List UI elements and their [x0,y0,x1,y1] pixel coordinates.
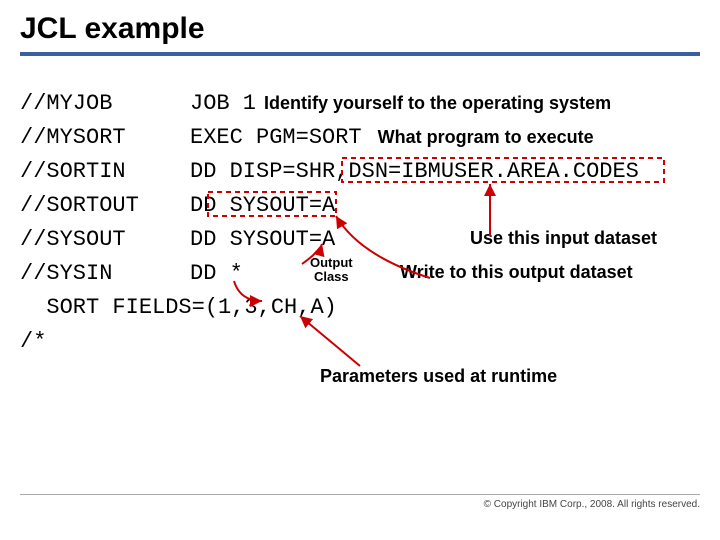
ann-program: What program to execute [378,127,594,148]
code-l6-right: DD * [190,261,243,286]
code-l5-left: //SYSOUT [20,227,190,252]
ann-output-class-2: Class [310,270,353,284]
code-line-2: //MYSORT EXEC PGM=SORT What program to e… [20,120,720,154]
code-line-8: /* [20,324,720,358]
code-l2-left: //MYSORT [20,125,190,150]
code-l1-left: //MYJOB [20,91,190,116]
code-l6-left: //SYSIN [20,261,190,286]
ann-output-ds: Write to this output dataset [400,262,633,283]
code-l4-right: DD SYSOUT=A [190,193,335,218]
code-l3-left: //SORTIN [20,159,190,184]
code-l4-left: //SORTOUT [20,193,190,218]
code-line-6: //SYSIN DD * Output Class Write to this … [20,256,720,290]
title-underline [20,52,700,56]
code-line-3: //SORTIN DD DISP=SHR,DSN=IBMUSER.AREA.CO… [20,154,720,188]
code-l3-right: DD DISP=SHR,DSN=IBMUSER.AREA.CODES [190,159,639,184]
code-line-7: SORT FIELDS=(1,3,CH,A) [20,290,720,324]
code-l7: SORT FIELDS=(1,3,CH,A) [20,295,337,320]
slide-title: JCL example [0,0,720,52]
code-l1-right: JOB 1 [190,91,256,116]
code-l2-right: EXEC PGM=SORT [190,125,362,150]
slide-content: //MYJOB JOB 1 Identify yourself to the o… [0,86,720,358]
code-l8: /* [20,329,46,354]
ann-identify: Identify yourself to the operating syste… [264,93,611,114]
ann-runtime: Parameters used at runtime [320,366,557,387]
code-line-4: //SORTOUT DD SYSOUT=A [20,188,720,222]
ann-input-ds: Use this input dataset [470,228,657,249]
code-line-5: //SYSOUT DD SYSOUT=A Use this input data… [20,222,720,256]
code-l5-right: DD SYSOUT=A [190,227,335,252]
footer-copyright: © Copyright IBM Corp., 2008. All rights … [20,494,700,510]
ann-output-class-1: Output [310,256,353,270]
code-line-1: //MYJOB JOB 1 Identify yourself to the o… [20,86,720,120]
